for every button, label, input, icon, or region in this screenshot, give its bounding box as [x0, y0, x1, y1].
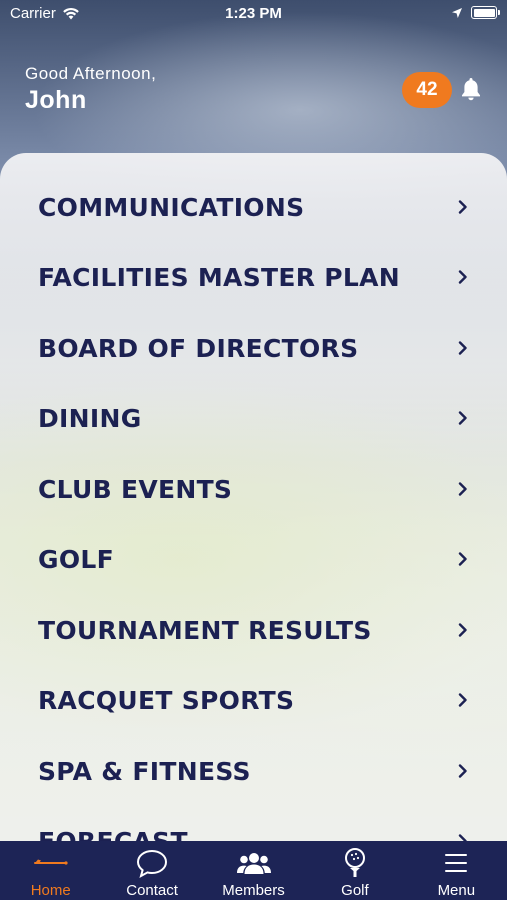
chevron-right-icon: [458, 200, 467, 214]
user-name: John: [25, 86, 87, 114]
chevron-right-icon: [458, 341, 467, 355]
golf-club-icon: [33, 859, 68, 865]
chevron-right-icon: [458, 623, 467, 637]
menu-list: COMMUNICATIONS FACILITIES MASTER PLAN BO…: [0, 153, 507, 843]
menu-item-club-events[interactable]: CLUB EVENTS: [0, 454, 507, 524]
status-right: [451, 6, 500, 19]
tab-menu-label: Menu: [437, 882, 476, 899]
tab-home-label: Home: [30, 882, 71, 899]
tab-bar: Home Contact Members Golf Menu: [0, 841, 507, 900]
menu-item-label: DINING: [38, 403, 142, 433]
menu-item-tournament-results[interactable]: TOURNAMENT RESULTS: [0, 595, 507, 665]
tab-contact[interactable]: Contact: [101, 841, 202, 900]
golf-ball-tee-icon: [344, 848, 365, 877]
tab-members-label: Members: [222, 882, 285, 899]
menu-item-board-of-directors[interactable]: BOARD OF DIRECTORS: [0, 313, 507, 383]
chevron-right-icon: [458, 693, 467, 707]
chevron-right-icon: [458, 764, 467, 778]
menu-item-label: CLUB EVENTS: [38, 474, 233, 504]
menu-item-communications[interactable]: COMMUNICATIONS: [0, 172, 507, 242]
menu-item-racquet-sports[interactable]: RACQUET SPORTS: [0, 665, 507, 735]
menu-item-forecast[interactable]: FORECAST: [0, 806, 507, 843]
menu-item-label: BOARD OF DIRECTORS: [38, 333, 359, 363]
battery-icon: [471, 6, 500, 19]
chevron-right-icon: [458, 270, 467, 284]
tab-golf-label: Golf: [341, 882, 369, 899]
status-time: 1:23 PM: [225, 5, 282, 22]
menu-item-dining[interactable]: DINING: [0, 383, 507, 453]
tab-menu[interactable]: Menu: [406, 841, 507, 900]
menu-item-golf[interactable]: GOLF: [0, 524, 507, 594]
tab-members[interactable]: Members: [203, 841, 304, 900]
chevron-right-icon: [458, 482, 467, 496]
bell-icon[interactable]: [459, 76, 483, 102]
location-arrow-icon: [452, 7, 462, 18]
notification-badge[interactable]: 42: [402, 72, 452, 108]
tab-home[interactable]: Home: [0, 841, 101, 900]
menu-item-facilities-master-plan[interactable]: FACILITIES MASTER PLAN: [0, 242, 507, 312]
chat-bubble-icon: [137, 849, 168, 878]
menu-item-spa-fitness[interactable]: SPA & FITNESS: [0, 736, 507, 806]
menu-item-label: RACQUET SPORTS: [38, 685, 295, 715]
status-bar: Carrier 1:23 PM: [0, 0, 507, 28]
chevron-right-icon: [458, 411, 467, 425]
tab-golf[interactable]: Golf: [304, 841, 405, 900]
greeting-text: Good Afternoon,: [25, 64, 157, 83]
members-icon: [236, 853, 271, 874]
menu-item-label: SPA & FITNESS: [38, 756, 251, 786]
hamburger-menu-icon: [445, 854, 468, 872]
menu-item-label: GOLF: [38, 544, 114, 574]
tab-contact-label: Contact: [126, 882, 178, 899]
greeting: Good Afternoon, John: [25, 64, 156, 115]
chevron-right-icon: [458, 552, 467, 566]
menu-item-label: COMMUNICATIONS: [38, 192, 305, 222]
menu-item-label: TOURNAMENT RESULTS: [38, 615, 372, 645]
menu-item-label: FACILITIES MASTER PLAN: [38, 262, 401, 292]
